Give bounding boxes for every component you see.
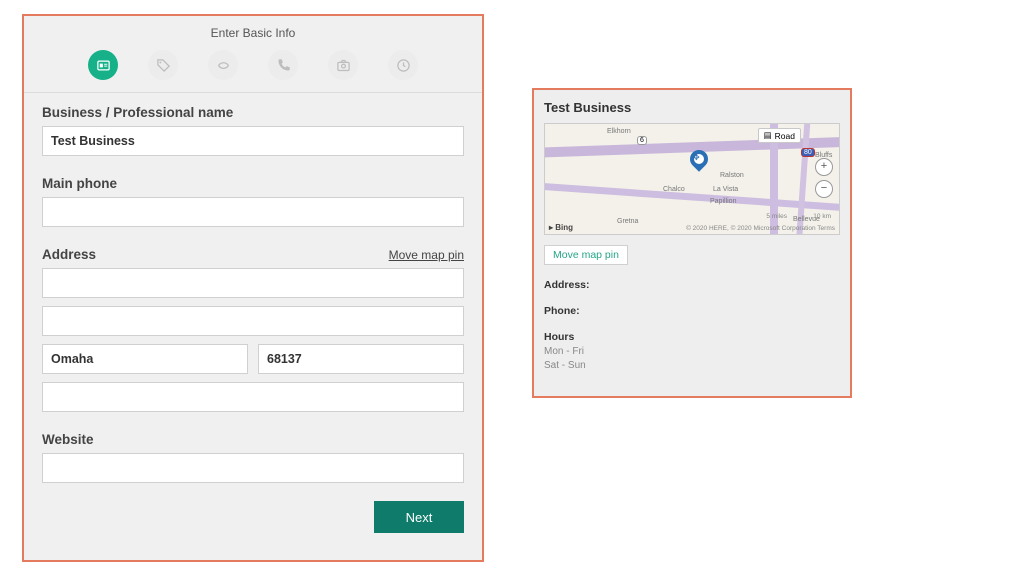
step-tag-icon[interactable] — [148, 50, 178, 80]
next-button[interactable]: Next — [374, 501, 464, 533]
move-map-pin-button[interactable]: Move map pin — [544, 245, 628, 265]
address-line3-input[interactable] — [42, 382, 464, 412]
move-map-pin-link[interactable]: Move map pin — [389, 248, 464, 262]
address-line2-input[interactable] — [42, 306, 464, 336]
map-preview[interactable]: Elkhorn Omal Bluffs Ralston Chalco La Vi… — [544, 123, 840, 235]
step-photo-icon[interactable] — [328, 50, 358, 80]
map-road — [544, 182, 840, 212]
map-scale-miles: 5 miles — [766, 213, 787, 220]
map-label-elkhorn: Elkhorn — [607, 128, 631, 135]
step-phone-icon[interactable] — [268, 50, 298, 80]
step-hours-icon[interactable] — [388, 50, 418, 80]
preview-hours-weekday: Mon - Fri — [544, 346, 840, 357]
zoom-in-button[interactable]: + — [815, 158, 833, 176]
basic-info-form-panel: Enter Basic Info Business / Professional… — [22, 14, 484, 562]
business-name-input[interactable] — [42, 126, 464, 156]
map-type-selector[interactable]: ▤ Road — [758, 128, 801, 143]
map-provider-logo: ▸ Bing — [549, 223, 573, 232]
zoom-out-button[interactable]: − — [815, 180, 833, 198]
map-type-label: Road — [775, 131, 795, 141]
hwy-6-badge: 6 — [637, 136, 647, 145]
layers-icon: ▤ — [764, 130, 772, 141]
hwy-80-badge: 80 — [801, 148, 815, 157]
city-input[interactable] — [42, 344, 248, 374]
map-label-chalco: Chalco — [663, 186, 685, 193]
map-scale-km: 10 km — [813, 213, 831, 220]
preview-hours-label: Hours — [544, 331, 840, 343]
form-title: Enter Basic Info — [42, 26, 464, 40]
business-name-label: Business / Professional name — [42, 105, 464, 120]
map-label-lavista: La Vista — [713, 186, 738, 193]
address-line1-input[interactable] — [42, 268, 464, 298]
address-label: Address — [42, 247, 96, 262]
business-preview-panel: Test Business Elkhorn Omal Bluffs Ralsto… — [532, 88, 852, 398]
website-input[interactable] — [42, 453, 464, 483]
map-label-gretna: Gretna — [617, 218, 638, 225]
preview-phone-label: Phone: — [544, 305, 840, 317]
preview-address-label: Address: — [544, 279, 840, 291]
step-category-icon[interactable] — [208, 50, 238, 80]
website-label: Website — [42, 432, 464, 447]
map-pin-move-icon: ✥ — [693, 153, 700, 162]
main-phone-input[interactable] — [42, 197, 464, 227]
divider — [24, 92, 482, 93]
zip-input[interactable] — [258, 344, 464, 374]
preview-hours-weekend: Sat - Sun — [544, 360, 840, 371]
map-credits: © 2020 HERE, © 2020 Microsoft Corporatio… — [686, 225, 835, 232]
map-label-ralston: Ralston — [720, 172, 744, 179]
map-label-papillion: Papillion — [710, 198, 736, 205]
step-info-icon[interactable] — [88, 50, 118, 80]
main-phone-label: Main phone — [42, 176, 464, 191]
step-indicator — [42, 50, 464, 80]
preview-title: Test Business — [544, 100, 840, 115]
